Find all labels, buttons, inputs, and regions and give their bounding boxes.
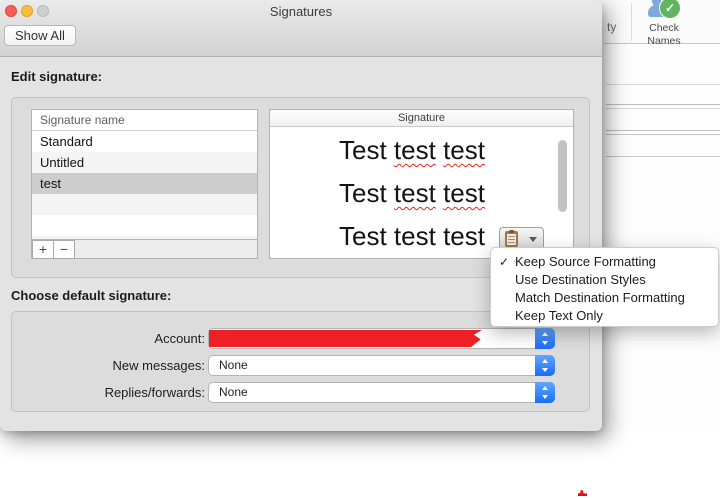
paste-options-menu: ✓ Keep Source Formatting Use Destination… (490, 247, 719, 327)
menu-item-label: Keep Text Only (515, 308, 603, 323)
list-item-test-selected[interactable]: test (32, 173, 257, 194)
list-footer: + − (32, 239, 257, 259)
list-item-untitled[interactable]: Untitled (32, 152, 257, 173)
toolbar-label-fragment: ty (607, 20, 617, 34)
word: Test (339, 221, 387, 251)
signatures-dialog: Signatures Show All Edit signature: Sign… (0, 0, 602, 431)
clipboard-icon (505, 230, 518, 247)
replies-forwards-dropdown[interactable]: None (208, 382, 555, 403)
stepper-icon[interactable] (535, 328, 555, 349)
window-title: Signatures (269, 4, 333, 19)
word-misspelled: test (443, 135, 485, 165)
signature-name-list: Signature name Standard Untitled test + … (31, 109, 258, 259)
signature-text-line: Test test test (339, 135, 485, 166)
new-messages-value: None (219, 358, 248, 372)
signature-text-line: Test test test (339, 178, 485, 209)
account-dropdown[interactable] (208, 328, 555, 349)
scrollbar-thumb[interactable] (558, 140, 567, 212)
show-all-button[interactable]: Show All (4, 25, 76, 46)
account-label: Account: (154, 331, 205, 346)
background-toolbar: ty ✓ Check Names (604, 0, 720, 47)
signature-text-line: Test test test (339, 221, 485, 252)
stepper-icon[interactable] (535, 382, 555, 403)
checkmark-icon: ✓ (660, 0, 680, 18)
menu-item-label: Keep Source Formatting (515, 254, 656, 269)
default-signature-heading: Choose default signature: (11, 288, 172, 303)
word: Test (339, 135, 387, 165)
signature-preview-pane[interactable]: Signature Test test test Test test test … (269, 109, 574, 259)
word-misspelled: test (443, 178, 485, 208)
list-item-standard[interactable]: Standard (32, 131, 257, 152)
background-compose-window: ty ✓ Check Names (604, 0, 720, 432)
menu-item-label: Use Destination Styles (515, 272, 646, 287)
field-separator (606, 104, 720, 105)
screen: ty ✓ Check Names Signatures Show All Edi… (0, 0, 720, 498)
new-messages-dropdown[interactable]: None (208, 355, 555, 376)
menu-item-keep-text-only[interactable]: Keep Text Only (491, 307, 718, 325)
add-signature-button[interactable]: + (32, 240, 54, 259)
dropdown-caret-icon (529, 237, 537, 242)
word: test (443, 221, 485, 251)
field-separator (606, 84, 720, 85)
word-misspelled: test (393, 178, 436, 208)
field-separator (606, 130, 720, 131)
menu-item-label: Match Destination Formatting (515, 290, 685, 305)
word-misspelled: test (393, 135, 436, 165)
menu-item-use-destination-styles[interactable]: Use Destination Styles (491, 271, 718, 289)
red-scribble-artifact (578, 490, 587, 496)
field-separator (606, 134, 720, 135)
check-names-label-1: Check (649, 22, 679, 34)
signature-preview-header: Signature (270, 110, 573, 127)
remove-signature-button[interactable]: − (53, 240, 75, 259)
list-item-empty[interactable] (32, 194, 257, 215)
redaction-overlay (209, 330, 482, 347)
toolbar-divider (631, 3, 632, 41)
menu-item-match-destination-formatting[interactable]: Match Destination Formatting (491, 289, 718, 307)
titlebar: Signatures Show All (0, 0, 602, 57)
field-separator (606, 108, 720, 109)
stepper-icon[interactable] (535, 355, 555, 376)
menu-item-keep-source-formatting[interactable]: ✓ Keep Source Formatting (491, 253, 718, 271)
replies-forwards-label: Replies/forwards: (104, 385, 205, 400)
signature-name-column-header[interactable]: Signature name (32, 110, 257, 131)
check-names-button[interactable]: ✓ Check Names (634, 0, 694, 47)
checkmark-icon: ✓ (499, 255, 510, 269)
word: test (393, 221, 436, 251)
new-messages-label: New messages: (112, 358, 205, 373)
word: Test (339, 178, 387, 208)
field-separator (606, 156, 720, 157)
replies-forwards-value: None (219, 385, 248, 399)
edit-signature-heading: Edit signature: (11, 69, 103, 84)
list-item-empty[interactable] (32, 215, 257, 236)
check-names-label-2: Names (647, 35, 681, 47)
check-names-icon: ✓ (647, 0, 681, 21)
